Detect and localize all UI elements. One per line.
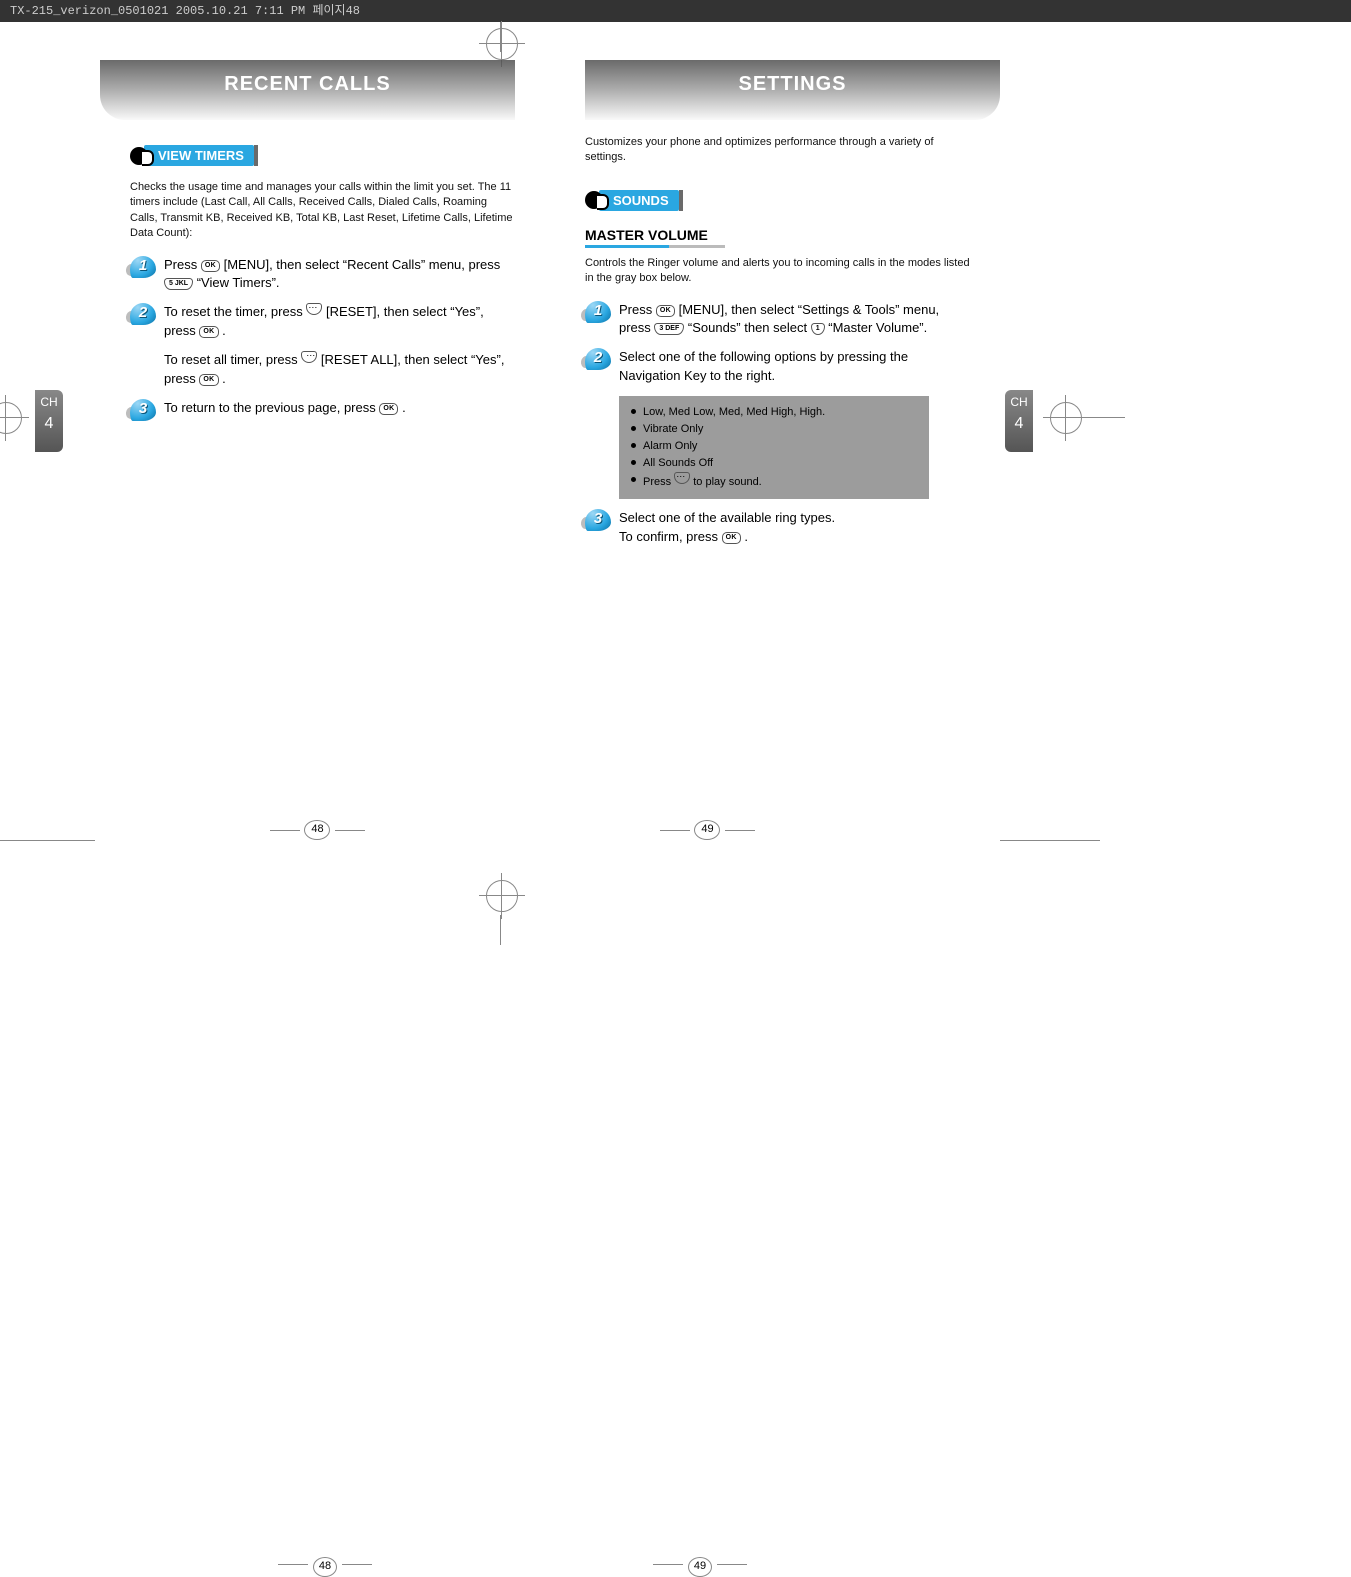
step-2: 2 To reset the timer, press [RESET], the… [130,303,515,341]
registration-mark [486,28,518,60]
registration-mark [486,880,518,912]
bullet-icon [631,443,636,448]
page-intro: Customizes your phone and optimizes perf… [585,135,970,166]
step-2: 2 Select one of the following options by… [585,348,970,386]
page-left: RECENT CALLS VIEW TIMERS Checks the usag… [100,60,545,860]
step-text: To reset the timer, press [RESET], then … [164,303,515,341]
page-number-left: 48 [270,820,365,840]
page-number-right: 49 [660,820,755,840]
options-box: Low, Med Low, Med, Med High, High. Vibra… [619,396,929,499]
option-row: Low, Med Low, Med, Med High, High. [629,404,919,421]
crop-mark [0,417,25,418]
file-header-strip: TX-215_verizon_0501021 2005.10.21 7:11 P… [0,0,1351,22]
left-softkey-icon [306,303,322,315]
option-row: Press to play sound. [629,472,919,491]
crop-mark [0,840,95,841]
step-text: Select one of the following options by p… [619,348,970,386]
page-number: 49 [685,1555,715,1575]
page-title: RECENT CALLS [100,60,515,120]
step-number-icon: 2 [130,303,156,329]
bullet-icon [631,460,636,465]
step-text: To return to the previous page, press OK… [164,399,406,418]
step-text: Select one of the available ring types. … [619,509,835,547]
key-5-icon: 5 JKL [164,278,193,290]
bullet-icon [631,409,636,414]
key-1-icon: 1 [811,323,825,335]
ok-key-icon: OK [722,532,741,544]
registration-mark [1050,402,1082,434]
key-3-icon: 3 DEF [654,323,684,335]
right-softkey-icon [301,351,317,363]
registration-mark [0,402,22,434]
sub-intro: Controls the Ringer volume and alerts yo… [585,256,970,287]
chapter-number: 4 [1005,415,1033,433]
step-3: 3 Select one of the available ring types… [585,509,970,547]
step-2-continued: To reset all timer, press [RESET ALL], t… [164,351,515,389]
bullet-icon [585,191,603,209]
step-1: 1 Press OK [MENU], then select “Settings… [585,301,970,339]
bullet-icon [631,426,636,431]
section-header: VIEW TIMERS [130,145,254,166]
step-number-icon: 1 [585,301,611,327]
step-text: Press OK [MENU], then select “Recent Cal… [164,256,515,294]
section-label: VIEW TIMERS [144,145,254,166]
crop-mark [1085,417,1125,418]
option-row: All Sounds Off [629,455,919,472]
step-1: 1 Press OK [MENU], then select “Recent C… [130,256,515,294]
ok-key-icon: OK [199,374,218,386]
section-header: SOUNDS [585,190,679,211]
crop-mark [500,915,501,945]
heading-underline [585,245,725,248]
chapter-label: CH [1010,395,1027,409]
page-right: SETTINGS Customizes your phone and optim… [545,60,990,860]
sub-heading: MASTER VOLUME [585,227,970,243]
spread: RECENT CALLS VIEW TIMERS Checks the usag… [100,60,990,860]
ok-key-icon: OK [201,260,220,272]
option-row: Vibrate Only [629,421,919,438]
section-intro: Checks the usage time and manages your c… [130,180,515,242]
chapter-label: CH [40,395,57,409]
crop-mark [1000,840,1100,841]
step-number-icon: 2 [585,348,611,374]
ok-key-icon: OK [199,326,218,338]
step-number-icon: 3 [585,509,611,535]
ok-key-icon: OK [656,305,675,317]
step-3: 3 To return to the previous page, press … [130,399,515,425]
chapter-tab-left: CH 4 [35,390,63,452]
page-number: 48 [310,1555,340,1575]
step-text: Press OK [MENU], then select “Settings &… [619,301,970,339]
page-title: SETTINGS [585,60,1000,120]
section-label: SOUNDS [599,190,679,211]
chapter-tab-right: CH 4 [1005,390,1033,452]
step-number-icon: 1 [130,256,156,282]
bullet-icon [130,147,148,165]
option-row: Alarm Only [629,438,919,455]
chapter-number: 4 [35,415,63,433]
bullet-icon [631,477,636,482]
ok-key-icon: OK [379,403,398,415]
left-softkey-icon [674,472,690,484]
step-number-icon: 3 [130,399,156,425]
